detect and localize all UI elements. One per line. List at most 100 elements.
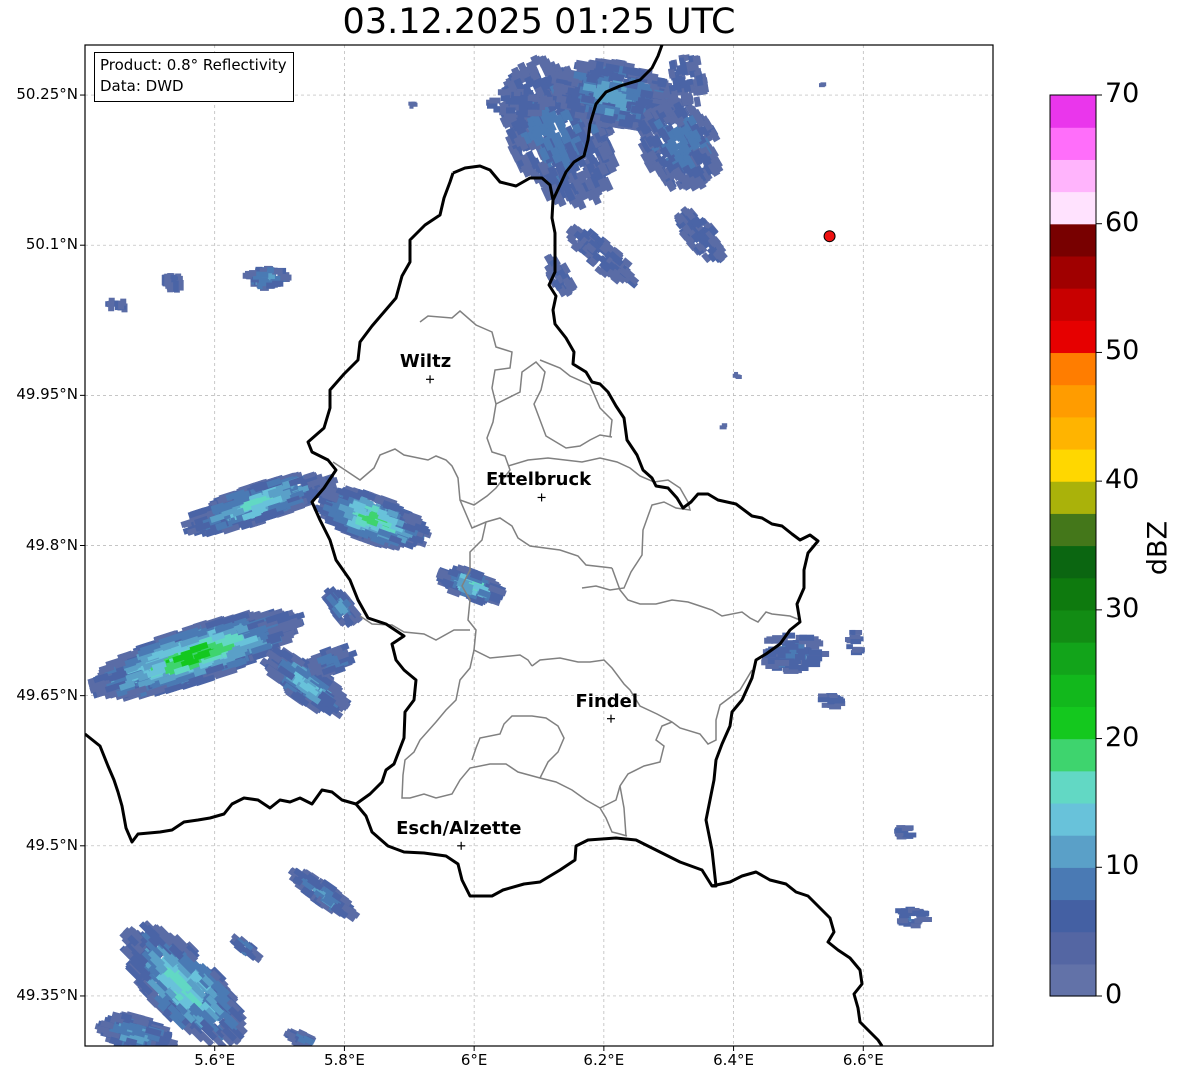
- colorbar-segment: [1050, 770, 1096, 804]
- echo-cell: [657, 79, 667, 88]
- product-info-box: Product: 0.8° Reflectivity Data: DWD: [94, 52, 294, 102]
- echo-cell: [774, 659, 790, 666]
- colorbar-segment: [1050, 609, 1096, 643]
- colorbar-segment: [1050, 384, 1096, 418]
- colorbar-tick-label: 70: [1105, 78, 1140, 109]
- map-background: [85, 45, 993, 1046]
- echo-cell: [910, 923, 921, 929]
- echo-cell: [833, 698, 846, 704]
- latitude-tick-label: 49.8°N: [25, 535, 78, 554]
- echo-cell: [849, 629, 856, 635]
- echo-cell: [798, 648, 809, 655]
- colorbar-segment: [1050, 674, 1096, 707]
- colorbar-tick-label: 50: [1105, 335, 1140, 367]
- colorbar-segment: [1050, 513, 1096, 547]
- echo-cell: [795, 654, 805, 661]
- latitude-tick-label: 49.35°N: [16, 985, 78, 1004]
- colorbar-segment: [1050, 867, 1096, 901]
- longitude-tick-label: 5.6°E: [194, 1051, 236, 1069]
- echo-cell: [126, 1047, 142, 1057]
- echo-cell: [587, 60, 597, 69]
- echo-cell: [108, 300, 115, 307]
- echo-cell: [144, 1048, 158, 1057]
- echo-cell: [732, 373, 739, 378]
- echo-cell: [500, 89, 507, 96]
- colorbar-tick-label: 0: [1105, 979, 1123, 1010]
- echo-cell: [154, 1045, 166, 1046]
- echo-cell: [280, 274, 292, 281]
- echo-cell: [901, 912, 910, 918]
- radar-site-marker: [823, 230, 836, 243]
- colorbar-segment: [1050, 223, 1096, 257]
- echo-cell: [820, 82, 827, 87]
- colorbar-segment: [1050, 545, 1096, 579]
- latitude-tick-label: 49.95°N: [16, 385, 78, 404]
- echo-cell: [846, 644, 853, 650]
- colorbar-segment: [1050, 577, 1096, 611]
- colorbar-segment: [1050, 802, 1096, 836]
- colorbar-segment: [1050, 448, 1096, 482]
- echo-cell: [170, 274, 177, 282]
- echo-cell: [603, 68, 613, 77]
- echo-cell: [683, 84, 691, 93]
- echo-cell: [140, 1048, 155, 1058]
- colorbar-segment: [1050, 255, 1096, 289]
- colorbar-segment: [1050, 127, 1096, 160]
- longitude-tick-label: 6.6°E: [842, 1051, 884, 1069]
- echo-cell: [513, 90, 521, 97]
- echo-cell: [520, 95, 528, 102]
- echo-cell: [148, 1047, 163, 1056]
- echo-cell: [172, 280, 179, 292]
- colorbar-tick-label: 20: [1105, 721, 1140, 753]
- echo-cell: [902, 832, 917, 838]
- echo-cell: [259, 271, 269, 278]
- echo-cell: [764, 637, 774, 644]
- echo-cell: [804, 661, 821, 668]
- radar-map: [80, 44, 1102, 1058]
- colorbar-segment: [1050, 288, 1096, 321]
- colorbar-segment: [1050, 159, 1096, 193]
- echo-cell: [829, 704, 842, 710]
- colorbar-segment: [1050, 931, 1096, 965]
- echo-cell: [266, 282, 276, 289]
- echo-cell: [625, 113, 635, 123]
- echo-cell: [808, 649, 823, 656]
- latitude-tick-label: 49.65°N: [16, 685, 78, 704]
- data-source-label: Data: DWD: [100, 77, 184, 95]
- colorbar-tick-label: 60: [1105, 206, 1140, 238]
- echo-cell: [133, 1047, 149, 1057]
- echo-cell: [118, 300, 125, 310]
- colorbar: [1049, 94, 1102, 997]
- echo-cell: [493, 106, 501, 113]
- city-label: Wiltz: [399, 351, 452, 373]
- colorbar-segment: [1050, 835, 1096, 868]
- longitude-tick-label: 6°E: [460, 1051, 488, 1069]
- longitude-tick-label: 5.8°E: [324, 1051, 365, 1069]
- echo-cell: [896, 918, 909, 924]
- city-label: Esch/Alzette: [396, 817, 522, 839]
- longitude-tick-label: 6.4°E: [713, 1051, 754, 1069]
- echo-cell: [677, 66, 685, 75]
- longitude-tick-label: 6.2°E: [583, 1051, 625, 1069]
- echo-cell: [914, 918, 923, 924]
- city-label: Findel: [575, 690, 639, 712]
- echo-cell: [719, 425, 727, 430]
- echo-cell: [538, 101, 549, 108]
- echo-cell: [901, 826, 913, 832]
- echo-cell: [408, 101, 415, 106]
- colorbar-tick-label: 10: [1105, 850, 1140, 882]
- colorbar-segment: [1050, 481, 1096, 514]
- colorbar-segment: [1050, 191, 1096, 225]
- echo-cell: [915, 910, 930, 916]
- echo-cell: [154, 1045, 174, 1046]
- colorbar-segment: [1050, 963, 1096, 997]
- colorbar-tick-label: 30: [1105, 592, 1140, 624]
- colorbar-segment: [1050, 899, 1096, 933]
- echo-cell: [506, 107, 516, 114]
- echo-cell: [850, 639, 862, 645]
- colorbar-segment: [1050, 416, 1096, 450]
- echo-cell: [165, 279, 172, 289]
- colorbar-segment: [1050, 642, 1096, 675]
- echo-cell: [489, 97, 501, 104]
- colorbar-segment: [1050, 352, 1096, 386]
